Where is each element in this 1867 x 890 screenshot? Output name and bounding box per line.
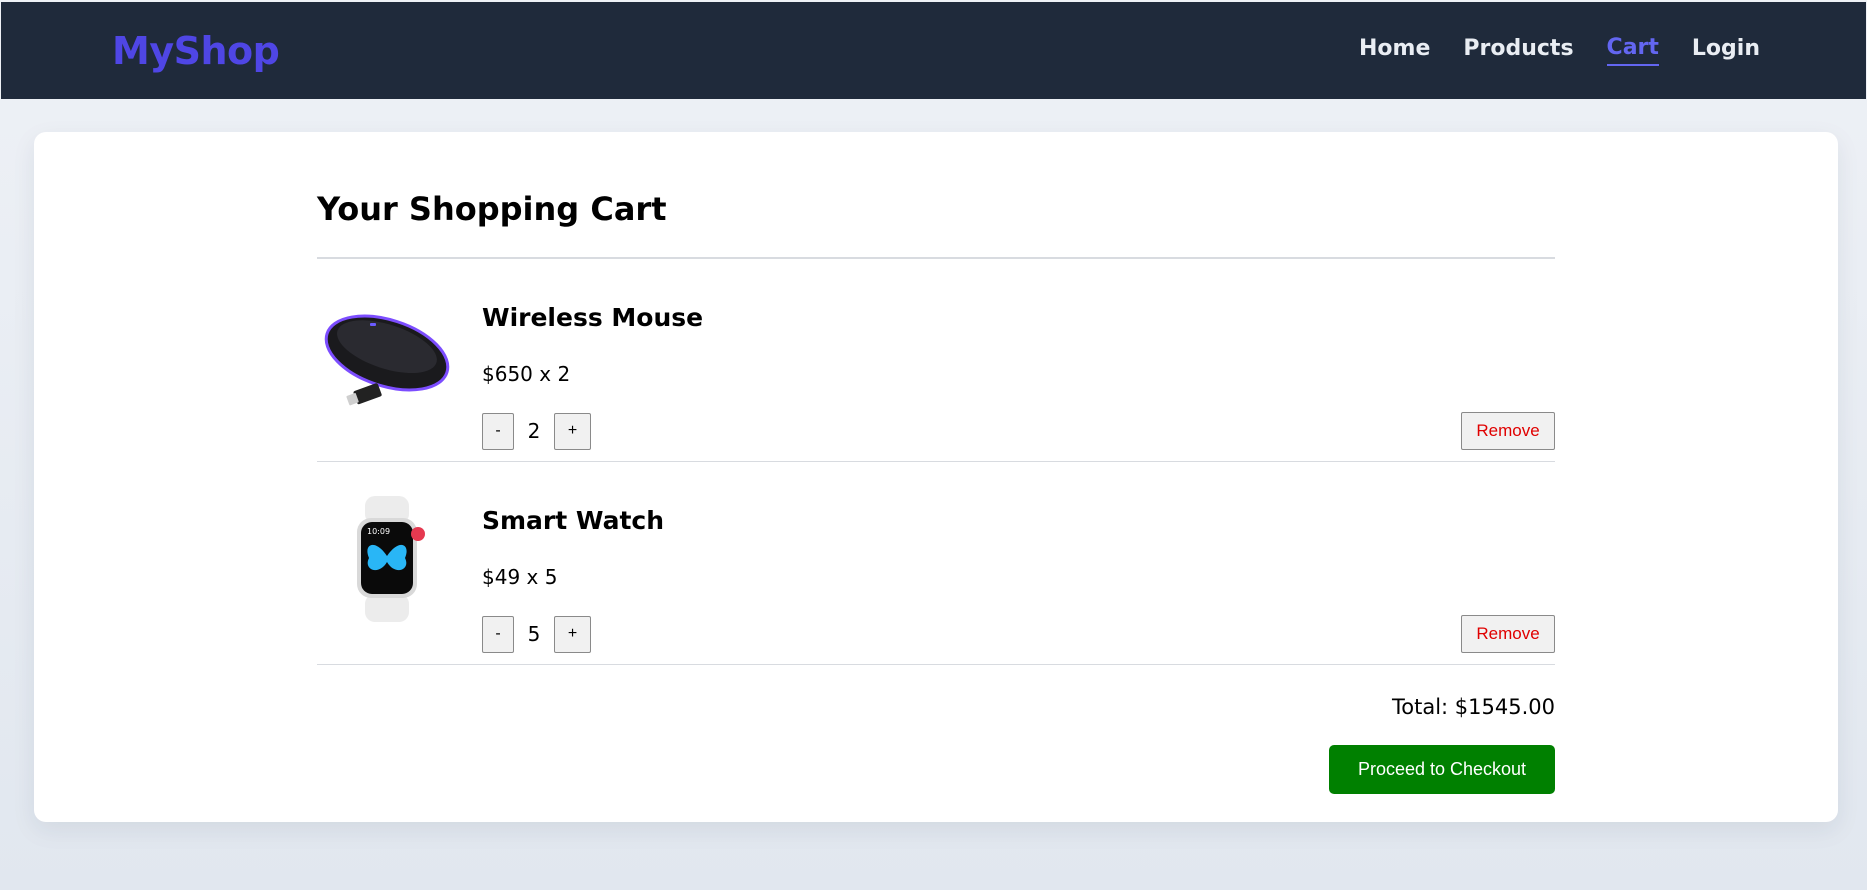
item-name: Smart Watch — [482, 506, 665, 535]
remove-item-button[interactable]: Remove — [1461, 615, 1555, 653]
item-name: Wireless Mouse — [482, 303, 704, 332]
quantity-value: 2 — [527, 419, 541, 443]
cart-item: Wireless Mouse $650 x 2 - 2 + Remove — [317, 259, 1555, 462]
cart-item: 10:09 Smart Watch $49 x 5 - 5 + Remove — [317, 462, 1555, 665]
cart-card: Your Shopping Cart Wireless Mouse $650 x… — [34, 132, 1838, 822]
remove-item-button[interactable]: Remove — [1461, 412, 1555, 450]
increase-quantity-button[interactable]: + — [554, 412, 591, 450]
decrease-quantity-button[interactable]: - — [482, 412, 514, 450]
brand-logo[interactable]: MyShop — [112, 29, 280, 73]
increase-quantity-button[interactable]: + — [554, 615, 591, 653]
nav-link-products[interactable]: Products — [1463, 36, 1573, 65]
quantity-stepper: - 2 + — [482, 412, 591, 450]
wireless-mouse-image — [317, 287, 457, 427]
smart-watch-image: 10:09 — [317, 490, 457, 630]
nav-link-home[interactable]: Home — [1359, 36, 1430, 65]
quantity-stepper: - 5 + — [482, 615, 591, 653]
decrease-quantity-button[interactable]: - — [482, 615, 514, 653]
item-price: $49 x 5 — [482, 565, 558, 589]
nav-links: Home Products Cart Login — [1326, 35, 1760, 66]
item-price: $650 x 2 — [482, 362, 571, 386]
quantity-value: 5 — [527, 622, 541, 646]
nav-link-cart[interactable]: Cart — [1606, 35, 1659, 66]
top-navbar: MyShop Home Products Cart Login — [1, 2, 1866, 99]
svg-text:10:09: 10:09 — [367, 527, 390, 536]
page-title: Your Shopping Cart — [317, 190, 667, 228]
nav-link-login[interactable]: Login — [1692, 36, 1760, 65]
cart-total: Total: $1545.00 — [1392, 695, 1555, 719]
proceed-to-checkout-button[interactable]: Proceed to Checkout — [1329, 745, 1555, 794]
